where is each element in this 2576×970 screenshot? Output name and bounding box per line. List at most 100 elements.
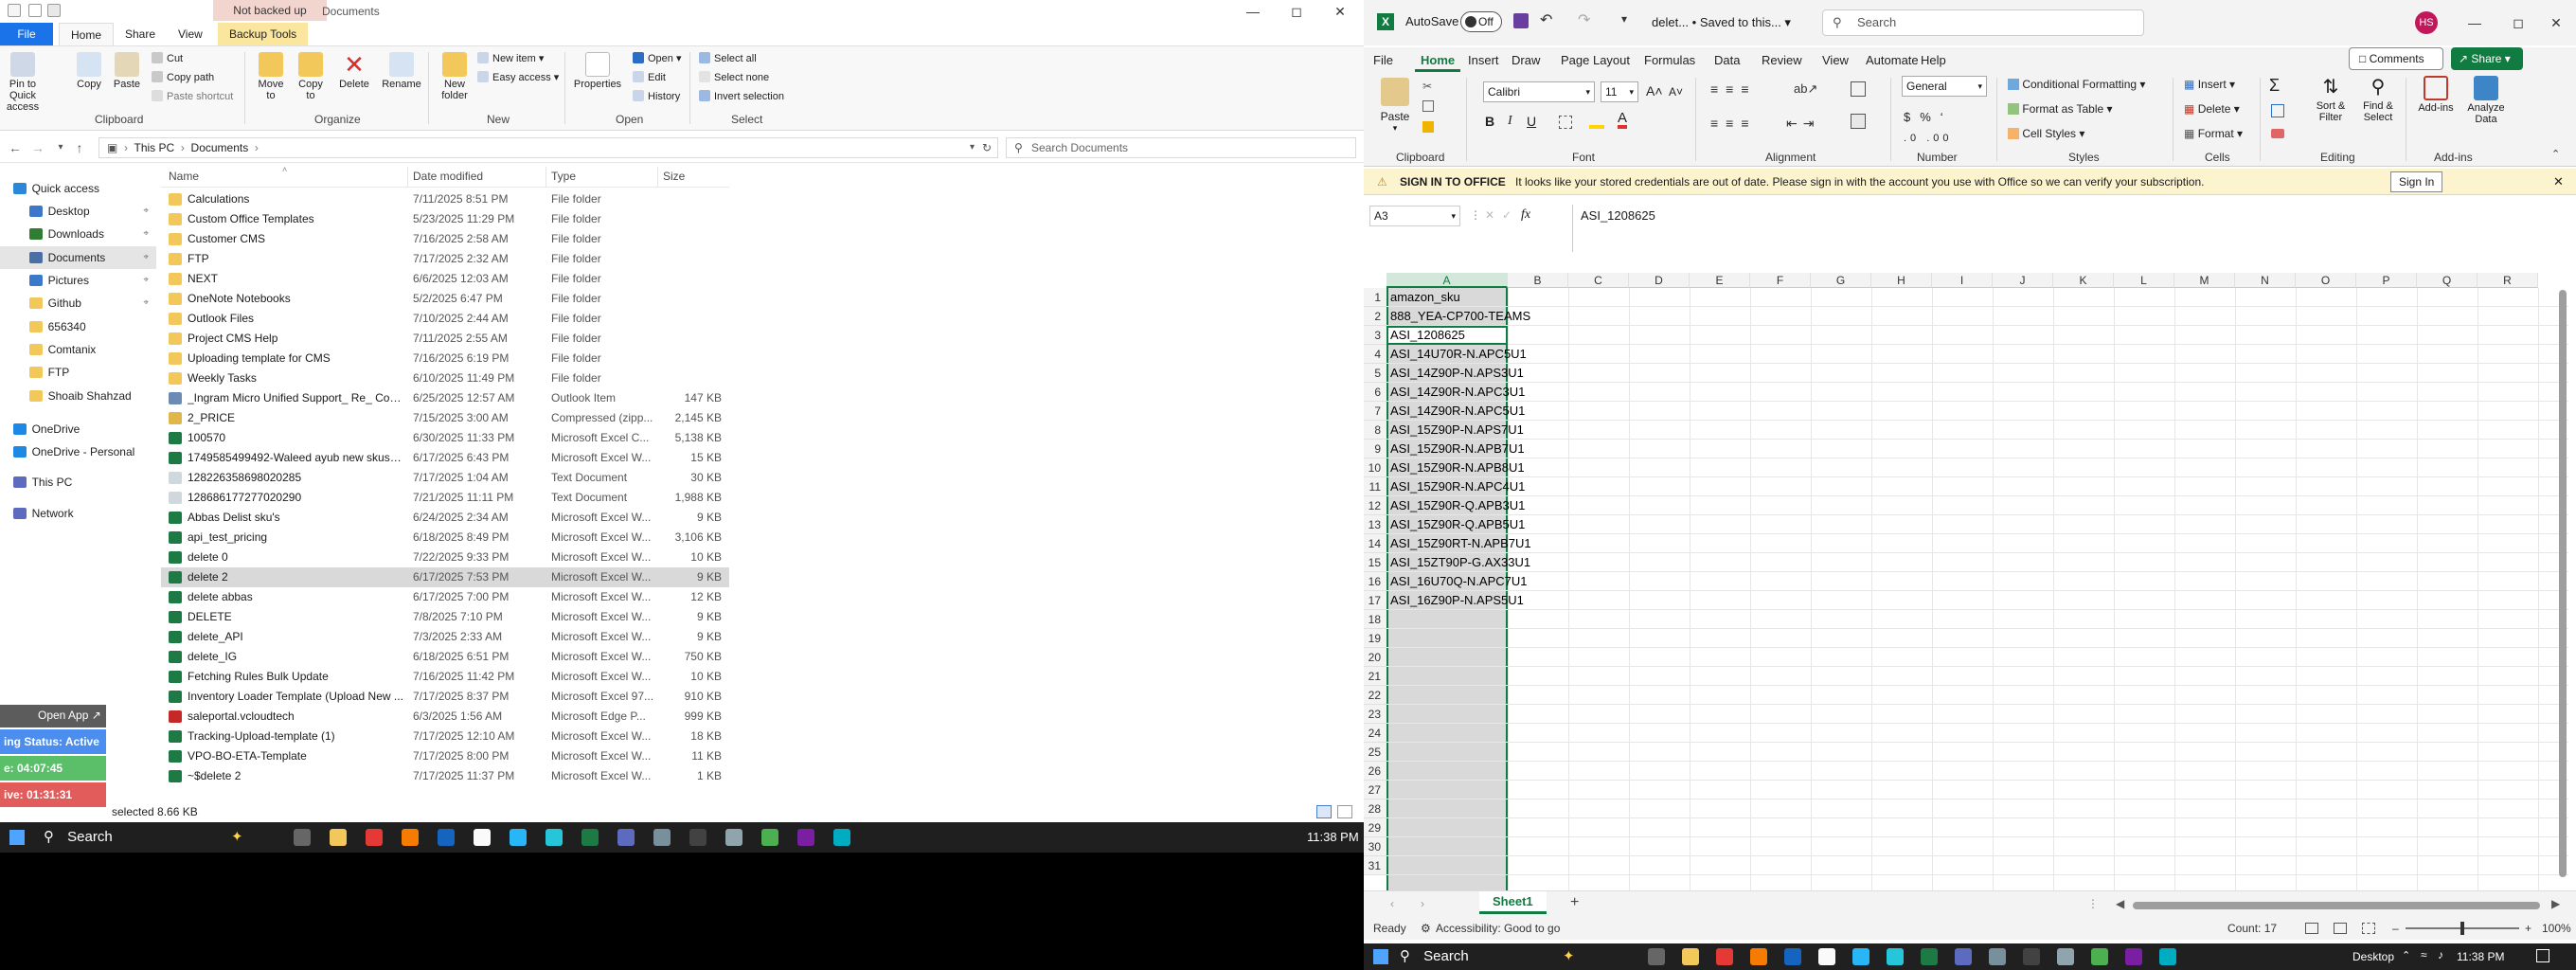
file-row[interactable]: delete_API 7/3/2025 2:33 AM Microsoft Exce… xyxy=(161,627,729,647)
back-arrow-icon[interactable]: ← xyxy=(6,138,25,157)
mail-icon[interactable] xyxy=(725,829,742,846)
zoom-icon[interactable] xyxy=(438,829,455,846)
edge-dev-icon[interactable] xyxy=(2159,948,2176,965)
onenote-icon[interactable] xyxy=(797,829,814,846)
add-ins-button[interactable]: Add-ins xyxy=(2415,76,2457,114)
row-header[interactable]: 26 xyxy=(1364,762,1386,781)
zoom-out-icon[interactable]: – xyxy=(2392,917,2399,940)
format-as-table-button[interactable]: Format as Table ▾ xyxy=(2008,102,2113,116)
undo-icon[interactable]: ↶ xyxy=(1540,10,1552,29)
wrap-text-icon[interactable] xyxy=(1851,81,1866,97)
file-row[interactable]: OneNote Notebooks 5/2/2025 6:47 PM File fo… xyxy=(161,289,729,309)
windows-start-icon[interactable] xyxy=(9,830,25,845)
delete-button[interactable]: ✕ Delete xyxy=(337,52,371,90)
borders-icon[interactable] xyxy=(1559,116,1572,129)
column-header-e[interactable]: E xyxy=(1690,273,1750,288)
desktop-toolbar[interactable]: Desktop xyxy=(2352,943,2394,970)
chrome-canary-icon[interactable] xyxy=(402,829,419,846)
forward-arrow-icon[interactable]: → xyxy=(28,138,47,157)
nav-item-ftp[interactable]: FTP xyxy=(0,361,156,384)
file-row[interactable]: Customer CMS 7/16/2025 2:58 AM File folder xyxy=(161,229,729,249)
file-row[interactable]: _Ingram Micro Unified Support_ Re_ Con..… xyxy=(161,388,729,408)
copy-to-button[interactable]: Copy to xyxy=(294,52,328,101)
file-row[interactable]: Uploading template for CMS 7/16/2025 6:19… xyxy=(161,349,729,368)
bold-icon[interactable]: B xyxy=(1485,114,1494,129)
cell-a11[interactable]: ASI_15Z90R-N.APC4U1 xyxy=(1386,477,1525,496)
cell-a12[interactable]: ASI_15Z90R-Q.APB3U1 xyxy=(1386,496,1525,515)
nav-item-downloads[interactable]: Downloads ⌖ xyxy=(0,223,156,245)
chrome-canary-icon[interactable] xyxy=(1750,948,1767,965)
column-header-r[interactable]: R xyxy=(2478,273,2538,288)
fill-color-icon[interactable] xyxy=(1589,116,1604,129)
task-view-icon[interactable] xyxy=(1648,948,1665,965)
spreadsheet-grid[interactable]: A B C D E F G H I J K L M N O P Q R 1 2 3 4 5 6 7 8 9 10 11 12 13 14 15 1… xyxy=(1364,273,2568,890)
vertical-align-buttons[interactable]: ≡≡≡ xyxy=(1710,81,1757,97)
scissors-icon[interactable]: ✂ xyxy=(1422,80,1436,93)
file-row[interactable]: delete 2 6/17/2025 7:53 PM Microsoft Excel… xyxy=(161,567,729,587)
file-row[interactable]: Weekly Tasks 6/10/2025 11:49 PM File folde… xyxy=(161,368,729,388)
tab-view[interactable]: View xyxy=(1816,51,1854,72)
add-sheet-icon[interactable]: + xyxy=(1570,894,1579,911)
conditional-formatting-button[interactable]: Conditional Formatting ▾ xyxy=(2008,78,2145,91)
row-header[interactable]: 5 xyxy=(1364,364,1386,383)
tab-backup-tools[interactable]: Backup Tools xyxy=(218,23,309,45)
file-row[interactable]: 2_PRICE 7/15/2025 3:00 AM Compressed (zipp… xyxy=(161,408,729,428)
cell-a7[interactable]: ASI_14Z90R-N.APC5U1 xyxy=(1386,402,1525,421)
cell-styles-button[interactable]: Cell Styles ▾ xyxy=(2008,127,2084,140)
file-row[interactable]: api_test_pricing 6/18/2025 8:49 PM Microso… xyxy=(161,528,729,548)
mail-icon[interactable] xyxy=(2057,948,2074,965)
row-header[interactable]: 22 xyxy=(1364,686,1386,705)
row-header[interactable]: 19 xyxy=(1364,629,1386,648)
merge-center-icon[interactable] xyxy=(1851,114,1866,129)
nav-item-github[interactable]: Github ⌖ xyxy=(0,292,156,314)
file-row[interactable]: delete abbas 6/17/2025 7:00 PM Microsoft E… xyxy=(161,587,729,607)
column-header-l[interactable]: L xyxy=(2114,273,2174,288)
nav-item-network[interactable]: Network xyxy=(0,502,156,525)
maximize-icon[interactable]: ◻ xyxy=(1275,0,1318,23)
file-row[interactable]: Project CMS Help 7/11/2025 2:55 AM File fo… xyxy=(161,329,729,349)
row-header[interactable]: 20 xyxy=(1364,648,1386,667)
minimize-icon[interactable]: — xyxy=(1231,0,1275,23)
cell-a3[interactable]: ASI_1208625 xyxy=(1386,326,1465,345)
number-format-select[interactable]: General ▾ xyxy=(1902,76,1987,97)
minimize-icon[interactable]: — xyxy=(2453,11,2496,34)
column-header-n[interactable]: N xyxy=(2235,273,2296,288)
app-icon[interactable] xyxy=(474,829,491,846)
scroll-left-icon[interactable]: ◀ xyxy=(2116,897,2124,910)
scroll-right-icon[interactable]: ▶ xyxy=(2551,897,2560,910)
tab-review[interactable]: Review xyxy=(1756,51,1808,72)
save-icon[interactable] xyxy=(1513,13,1529,28)
customize-qat-icon[interactable]: ▾ xyxy=(1621,12,1627,26)
copy-icon[interactable] xyxy=(1422,100,1434,112)
new-folder-button[interactable]: New folder xyxy=(436,52,474,101)
close-message-icon[interactable]: ✕ xyxy=(2553,169,2564,195)
excel-icon[interactable] xyxy=(581,829,599,846)
paste-button[interactable]: Paste ▾ xyxy=(1375,78,1415,134)
sign-in-button[interactable]: Sign In xyxy=(2390,171,2443,192)
cell-a15[interactable]: ASI_15ZT90P-G.AX33U1 xyxy=(1386,553,1530,572)
cell-a9[interactable]: ASI_15Z90R-N.APB7U1 xyxy=(1386,440,1525,458)
up-arrow-icon[interactable]: ↑ xyxy=(70,138,89,157)
breadcrumb-documents[interactable]: Documents xyxy=(191,141,249,154)
cancel-entry-icon[interactable]: ✕ xyxy=(1485,208,1494,222)
cell-a16[interactable]: ASI_16U70Q-N.APC7U1 xyxy=(1386,572,1528,591)
open-app-button[interactable]: Open App ↗ xyxy=(38,709,101,722)
row-header[interactable]: 14 xyxy=(1364,534,1386,553)
file-row[interactable]: Custom Office Templates 5/23/2025 11:29 P… xyxy=(161,209,729,229)
tab-home[interactable]: Home xyxy=(1415,51,1461,72)
column-header-size[interactable]: Size xyxy=(663,170,685,183)
easy-access-button[interactable]: Easy access ▾ xyxy=(477,69,559,86)
cut-button[interactable]: Cut xyxy=(152,50,183,67)
comments-button[interactable]: □ Comments xyxy=(2349,47,2443,70)
nav-item-onedrive-personal[interactable]: OneDrive - Personal xyxy=(0,440,156,463)
clear-eraser-icon[interactable] xyxy=(2271,129,2284,138)
font-color-icon[interactable]: A xyxy=(1618,111,1628,129)
rename-button[interactable]: Rename xyxy=(381,52,422,90)
row-header[interactable]: 27 xyxy=(1364,781,1386,799)
edge-icon[interactable] xyxy=(510,829,527,846)
column-header-o[interactable]: O xyxy=(2296,273,2356,288)
nav-item-this-pc[interactable]: This PC xyxy=(0,471,156,494)
tab-formulas[interactable]: Formulas xyxy=(1638,51,1701,72)
sort-filter-button[interactable]: ⇅ Sort & Filter xyxy=(2311,76,2351,123)
insert-function-icon[interactable]: fx xyxy=(1521,207,1530,223)
